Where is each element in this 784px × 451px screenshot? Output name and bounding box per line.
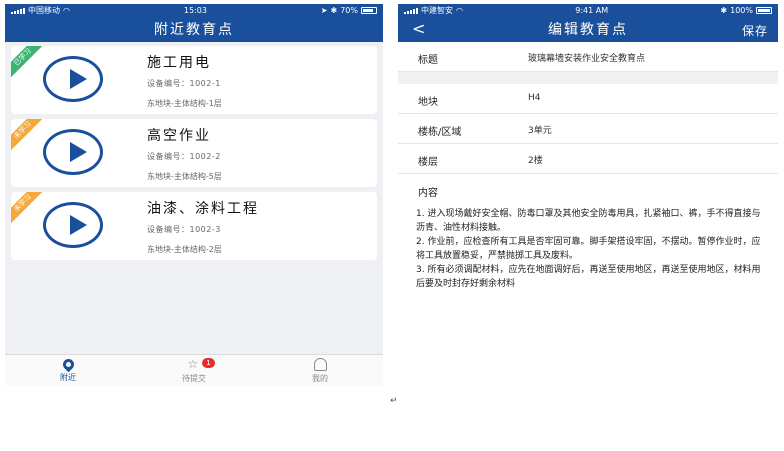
location-pin-icon (60, 356, 76, 372)
tab-label: 待提交 (182, 373, 206, 383)
field-value[interactable]: 2楼 (528, 153, 543, 166)
signal-icon (404, 7, 418, 14)
content-textarea[interactable]: 1. 进入现场戴好安全帽、防毒口罩及其他安全防毒用具，扎紧袖口、裤，手不得直接与… (416, 207, 766, 291)
device-number: 设备编号：1002-3 (147, 225, 221, 234)
edit-point-screen: 中建智安 ◠ 9:41 AM ✱ 100% < 编辑教育点 保存 标题 玻璃幕墙… (398, 4, 778, 386)
play-icon[interactable] (43, 202, 103, 248)
tab-pending[interactable]: ☆ 待提交 (131, 355, 257, 386)
back-icon[interactable]: < (412, 19, 427, 38)
status-bar: 中建智安 ◠ 9:41 AM ✱ 100% (398, 4, 778, 16)
battery-percent: 70% (340, 5, 358, 15)
tab-mine[interactable]: 我的 (257, 355, 383, 386)
tab-nearby[interactable]: 附近 (5, 355, 131, 386)
floor-field[interactable]: 楼层 2楼 (398, 144, 778, 174)
star-icon: ☆ (187, 356, 199, 371)
field-label: 楼层 (418, 157, 438, 168)
location-text: 东地块-主体结构-5层 (147, 172, 222, 181)
play-icon[interactable] (43, 56, 103, 102)
battery-percent: 100% (730, 5, 753, 15)
tab-label: 附近 (60, 372, 76, 382)
tab-label: 我的 (312, 373, 328, 383)
list-item[interactable]: 已学习 施工用电 设备编号：1002-1 东地块-主体结构-1层 (11, 46, 377, 114)
nearby-points-screen: 中国移动 ◠ 15:03 ➤ ✱ 70% 附近教育点 已学习 施工用电 设备编号… (5, 4, 383, 386)
title-field[interactable]: 标题 玻璃幕墙安装作业安全教育点 (398, 42, 778, 72)
carrier-label: 中建智安 (421, 5, 453, 15)
status-badge: 已学习 (11, 46, 48, 82)
page-title: 附近教育点 (154, 22, 234, 38)
bluetooth-icon: ✱ (330, 5, 338, 15)
battery-icon (755, 6, 772, 14)
status-badge: 未学习 (11, 192, 48, 228)
field-label: 标题 (418, 55, 438, 66)
location-text: 东地块-主体结构-2层 (147, 245, 222, 254)
card-title: 高空作业 (147, 128, 211, 144)
tab-bar: 附近 ☆ 待提交 我的 1 (5, 354, 383, 386)
status-bar: 中国移动 ◠ 15:03 ➤ ✱ 70% (5, 4, 383, 16)
status-time: 15:03 (183, 5, 207, 15)
field-value[interactable]: H4 (528, 93, 541, 103)
nav-bar: 附近教育点 (5, 16, 383, 42)
signal-icon (11, 7, 25, 14)
card-title: 施工用电 (147, 55, 211, 71)
bluetooth-icon: ✱ (720, 5, 728, 15)
pending-count-badge: 1 (202, 358, 215, 368)
field-value[interactable]: 玻璃幕墙安装作业安全教育点 (528, 51, 645, 64)
status-badge: 未学习 (11, 119, 48, 155)
screenshot-page: 中国移动 ◠ 15:03 ➤ ✱ 70% 附近教育点 已学习 施工用电 设备编号… (0, 0, 784, 451)
status-time: 9:41 AM (575, 5, 609, 15)
wifi-icon: ◠ (63, 5, 70, 15)
building-area-field[interactable]: 楼栋/区域 3单元 (398, 114, 778, 144)
content-label: 内容 (418, 188, 438, 199)
battery-icon (360, 6, 377, 14)
field-value[interactable]: 3单元 (528, 123, 552, 136)
device-number: 设备编号：1002-1 (147, 79, 221, 88)
list-item[interactable]: 未学习 高空作业 设备编号：1002-2 东地块-主体结构-5层 (11, 119, 377, 187)
field-label: 地块 (418, 97, 438, 108)
device-number: 设备编号：1002-2 (147, 152, 221, 161)
return-mark: ↵ (390, 396, 398, 406)
location-text: 东地块-主体结构-1层 (147, 99, 222, 108)
field-label: 楼栋/区域 (418, 127, 462, 138)
list-item[interactable]: 未学习 油漆、涂料工程 设备编号：1002-3 东地块-主体结构-2层 (11, 192, 377, 260)
page-title: 编辑教育点 (548, 22, 628, 38)
wifi-icon: ◠ (456, 5, 463, 15)
save-button[interactable]: 保存 (742, 22, 768, 39)
carrier-label: 中国移动 (28, 5, 60, 15)
location-arrow-icon: ➤ (320, 5, 328, 15)
plot-field[interactable]: 地块 H4 (398, 84, 778, 114)
section-divider (398, 72, 778, 84)
card-title: 油漆、涂料工程 (147, 201, 259, 217)
play-icon[interactable] (43, 129, 103, 175)
nav-bar: < 编辑教育点 保存 (398, 16, 778, 42)
user-icon (313, 357, 327, 371)
